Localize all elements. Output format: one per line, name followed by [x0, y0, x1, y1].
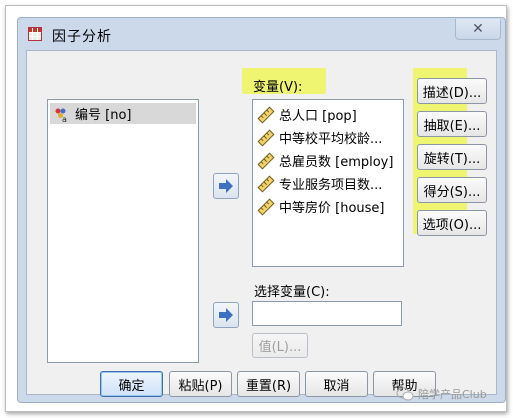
- reset-button[interactable]: 重置(R): [237, 371, 300, 397]
- factor-analysis-dialog: 因子分析 ✕ a 编号 [no] 变量(V): 总人口 [pop] 中等校平均校…: [17, 17, 506, 403]
- ok-button[interactable]: 确定: [100, 371, 163, 397]
- rotation-button[interactable]: 旋转(T)...: [417, 144, 487, 170]
- move-to-variables-button[interactable]: [213, 173, 239, 199]
- wechat-icon: [396, 387, 414, 401]
- close-icon: ✕: [472, 21, 484, 37]
- svg-text:a: a: [62, 115, 67, 123]
- watermark: 陪学产品Club: [396, 386, 487, 402]
- value-button[interactable]: 值(L)...: [252, 333, 308, 358]
- list-item-label: 总人口 [pop]: [279, 109, 357, 124]
- selection-variable-label: 选择变量(C):: [254, 285, 330, 300]
- descriptives-button[interactable]: 描述(D)...: [417, 78, 487, 104]
- scale-variable-icon: [257, 152, 275, 169]
- title-bar: 因子分析 ✕: [18, 18, 505, 50]
- scale-variable-icon: [257, 198, 275, 215]
- extraction-button[interactable]: 抽取(E)...: [417, 111, 487, 137]
- data-table-icon: [28, 27, 42, 41]
- list-item-label: 中等房价 [house]: [279, 201, 385, 216]
- nominal-variable-icon: a: [55, 108, 67, 123]
- scale-variable-icon: [257, 175, 275, 192]
- list-item-label: 总雇员数 [employ]: [279, 155, 394, 170]
- scores-button[interactable]: 得分(S)...: [417, 177, 487, 203]
- source-variable-list[interactable]: a 编号 [no]: [47, 99, 199, 363]
- list-item[interactable]: 中等房价 [house]: [253, 195, 403, 218]
- list-item-label: 中等校平均校龄...: [279, 132, 383, 147]
- list-item[interactable]: 中等校平均校龄...: [253, 126, 403, 149]
- dialog-client-area: a 编号 [no] 变量(V): 总人口 [pop] 中等校平均校龄... 总雇…: [26, 50, 497, 397]
- list-item-label: 编号 [no]: [75, 108, 132, 123]
- list-item[interactable]: 总雇员数 [employ]: [253, 149, 403, 172]
- dialog-title: 因子分析: [52, 29, 112, 45]
- arrow-right-icon: [219, 308, 233, 322]
- move-to-selection-button[interactable]: [213, 302, 239, 328]
- variables-list[interactable]: 总人口 [pop] 中等校平均校龄... 总雇员数 [employ] 专业服务项…: [252, 99, 404, 267]
- list-item[interactable]: a 编号 [no]: [50, 103, 196, 124]
- cancel-button[interactable]: 取消: [305, 371, 368, 397]
- screenshot-frame: 因子分析 ✕ a 编号 [no] 变量(V): 总人口 [pop] 中等校平均校…: [5, 5, 507, 412]
- close-button[interactable]: ✕: [455, 19, 501, 40]
- list-item-label: 专业服务项目数...: [279, 178, 383, 193]
- options-button[interactable]: 选项(O)...: [417, 210, 487, 236]
- paste-button[interactable]: 粘贴(P): [169, 371, 232, 397]
- scale-variable-icon: [257, 129, 275, 146]
- arrow-right-icon: [219, 179, 233, 193]
- variables-label: 变量(V):: [253, 80, 303, 95]
- selection-variable-field[interactable]: [252, 301, 402, 326]
- watermark-text: 陪学产品Club: [418, 388, 487, 401]
- scale-variable-icon: [257, 106, 275, 123]
- list-item[interactable]: 总人口 [pop]: [253, 103, 403, 126]
- list-item[interactable]: 专业服务项目数...: [253, 172, 403, 195]
